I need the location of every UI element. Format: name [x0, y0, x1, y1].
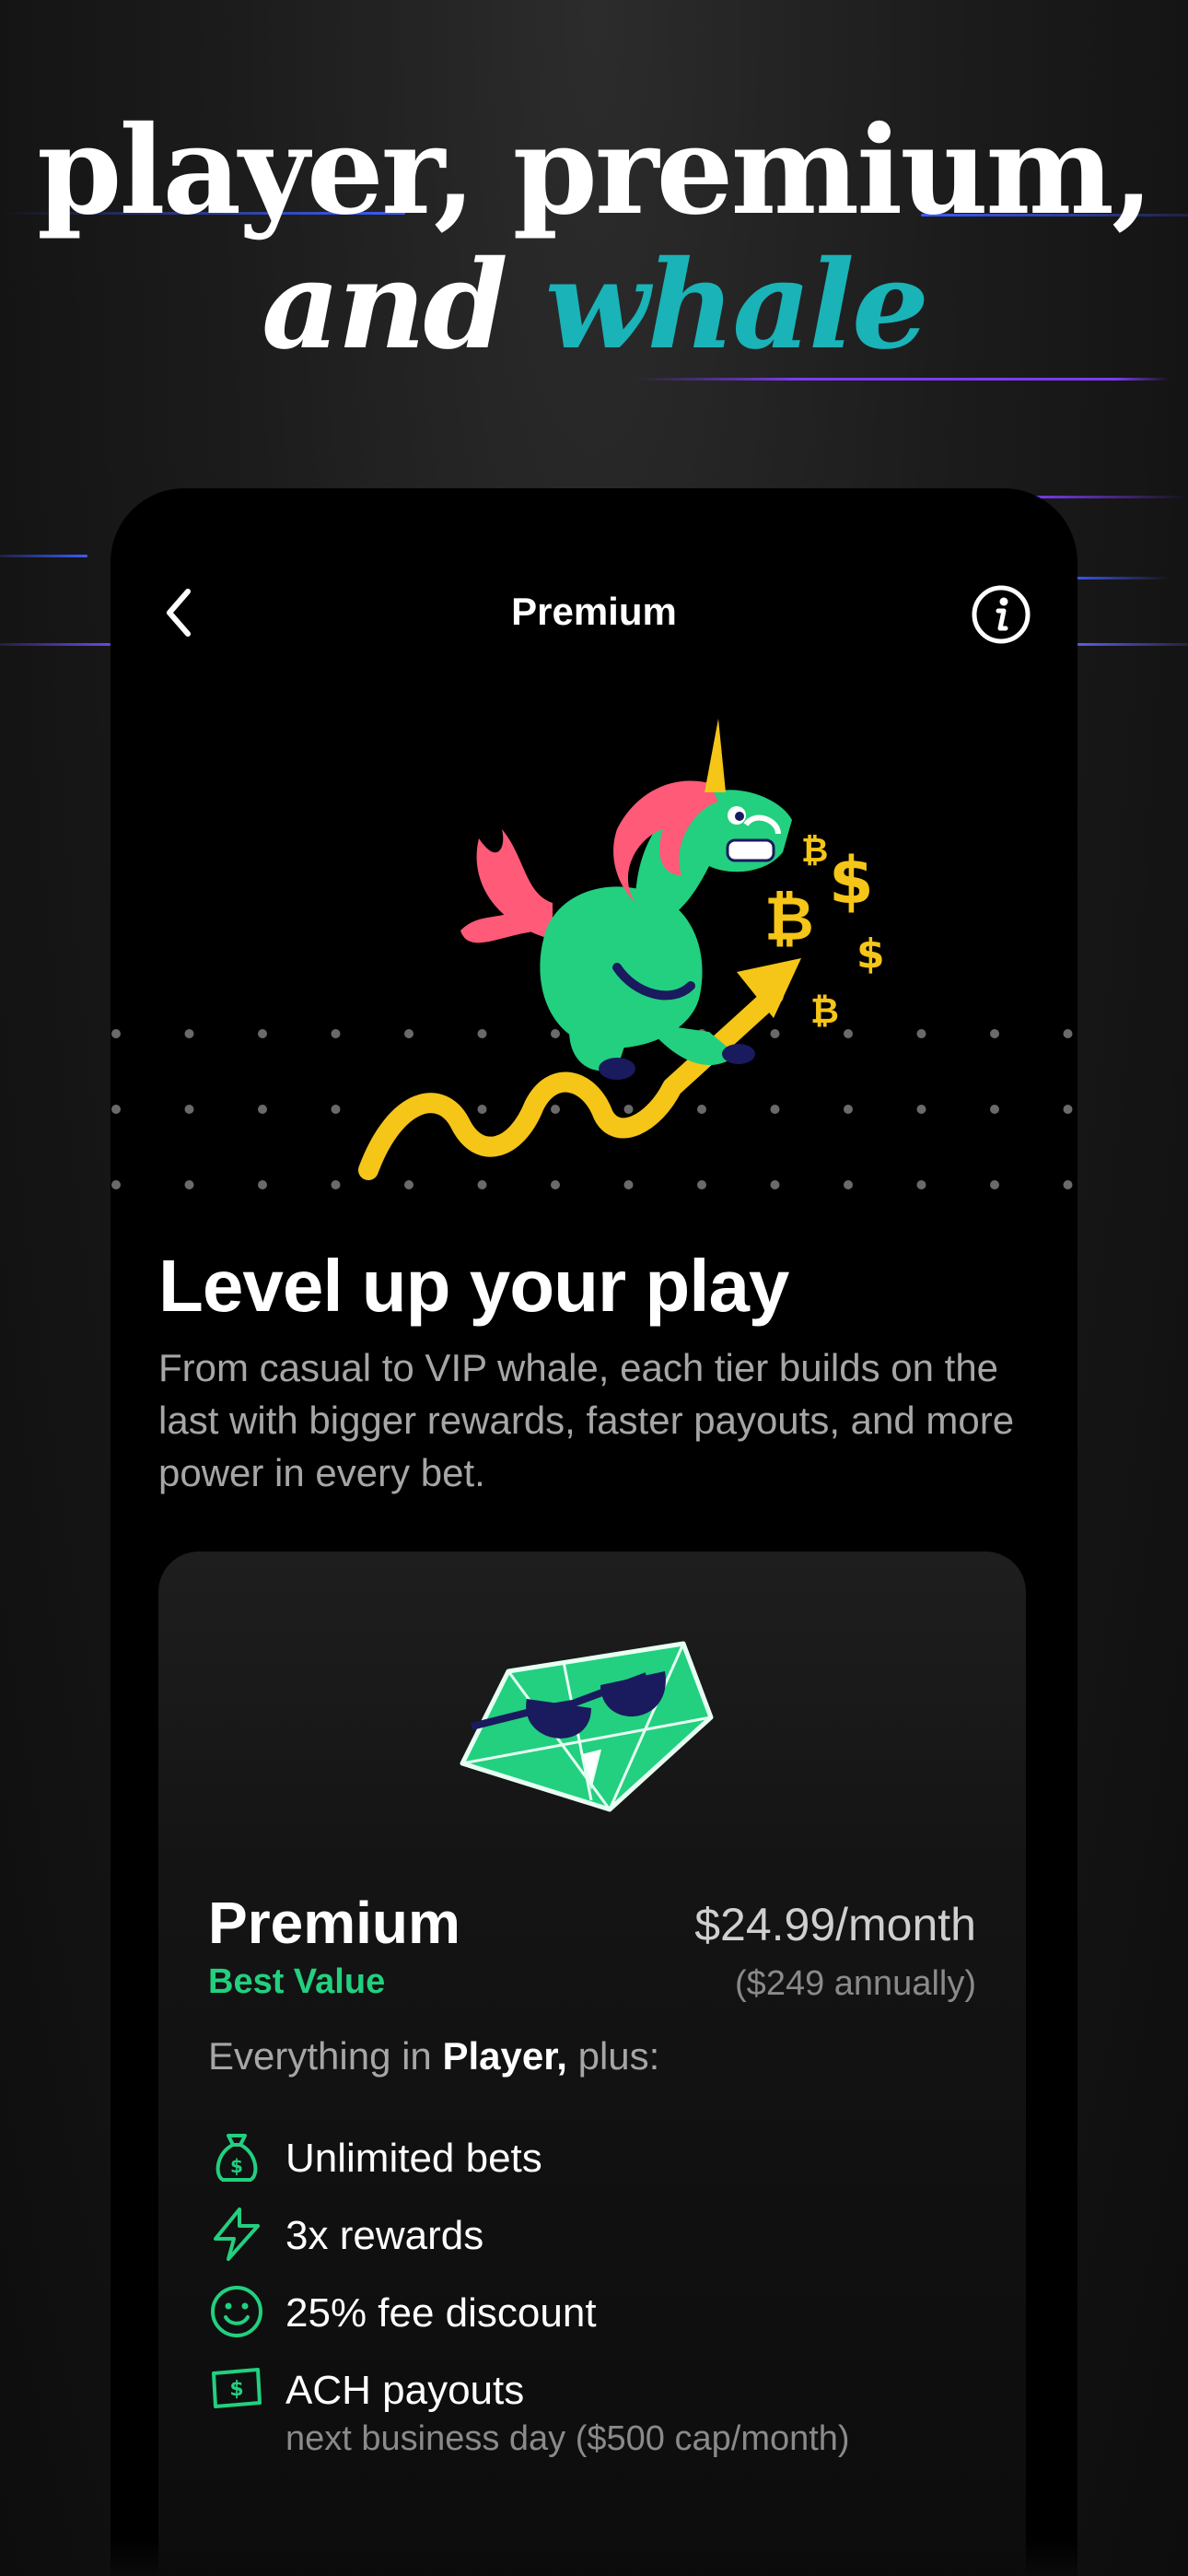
- feature-item-3x-rewards: 3x rewards: [208, 2206, 991, 2270]
- cash-icon: $: [212, 2368, 262, 2408]
- feature-label: ACH payouts: [285, 2368, 525, 2413]
- feature-item-fee-discount: 25% fee discount: [208, 2283, 991, 2348]
- grid-dot: [331, 1180, 341, 1189]
- feature-sublabel: next business day ($500 cap/month): [285, 2419, 850, 2458]
- money-bag-icon: $: [215, 2134, 258, 2182]
- background-streak: [635, 378, 1170, 381]
- phone-screen: Premium $ ₿ $ ₿ ₿ Level up your play Fro…: [111, 488, 1077, 2576]
- includes-suffix: plus:: [566, 2034, 660, 2078]
- marketing-headline: player, premium, and whale: [0, 111, 1188, 367]
- background-streak: [1068, 577, 1170, 580]
- includes-tier-name: Player,: [442, 2034, 567, 2078]
- background-streak: [0, 555, 87, 557]
- svg-text:$: $: [856, 931, 885, 978]
- intro-heading: Level up your play: [158, 1245, 789, 1327]
- grid-dot: [258, 1180, 267, 1189]
- headline-line-1: player, premium,: [37, 100, 1154, 242]
- tier-badge-best-value: Best Value: [208, 1962, 386, 2001]
- grid-dot: [111, 1180, 121, 1189]
- svg-text:$: $: [829, 843, 874, 919]
- info-button[interactable]: [971, 584, 1031, 645]
- background-streak: [0, 643, 111, 646]
- svg-text:$: $: [230, 2155, 243, 2177]
- svg-text:₿: ₿: [810, 990, 839, 1031]
- tier-includes-text: Everything in Player, plus:: [208, 2034, 659, 2078]
- grid-dot: [184, 1029, 194, 1038]
- lightning-icon: [214, 2207, 260, 2261]
- grid-dot: [990, 1105, 999, 1114]
- grid-dot: [1063, 1180, 1073, 1189]
- grid-dot: [990, 1029, 999, 1038]
- intro-body: From casual to VIP whale, each tier buil…: [158, 1346, 1015, 1494]
- svg-text:₿: ₿: [764, 884, 814, 954]
- grid-dot: [258, 1029, 267, 1038]
- grid-dot: [111, 1105, 121, 1114]
- headline-line-2: and whale: [0, 245, 1188, 367]
- grid-dot: [258, 1105, 267, 1114]
- includes-prefix: Everything in: [208, 2034, 443, 2078]
- grid-dot: [1063, 1105, 1073, 1114]
- smiley-icon: [211, 2286, 262, 2337]
- tier-name: Premium: [208, 1890, 460, 1956]
- feature-item-ach-payouts: $ ACH payouts next business day ($500 ca…: [208, 2360, 991, 2480]
- tier-card-premium[interactable]: Premium Best Value $24.99/month ($249 an…: [158, 1551, 1026, 2576]
- grid-dot: [184, 1180, 194, 1189]
- feature-label: Unlimited bets: [285, 2136, 542, 2181]
- feature-label: 25% fee discount: [285, 2290, 597, 2336]
- info-icon: [972, 585, 1031, 644]
- headline-line-2-start: and: [261, 234, 508, 377]
- screen-bottom-fade: [111, 2539, 1077, 2576]
- grid-dot: [990, 1180, 999, 1189]
- headline-accent-word: whale: [544, 234, 929, 377]
- feature-item-unlimited-bets: $ Unlimited bets: [208, 2128, 991, 2193]
- screen-title: Premium: [511, 590, 677, 633]
- feature-label: 3x rewards: [285, 2213, 484, 2258]
- intro-section: Level up your play From casual to VIP wh…: [158, 1244, 1042, 1499]
- background-streak: [1077, 643, 1188, 646]
- navigation-bar: Premium: [111, 562, 1077, 673]
- grid-dot: [184, 1105, 194, 1114]
- grid-dot: [331, 1029, 341, 1038]
- background-streak: [1031, 496, 1188, 498]
- svg-text:$: $: [229, 2378, 243, 2401]
- tier-price: $24.99/month: [694, 1899, 976, 1950]
- grid-dot: [1063, 1029, 1073, 1038]
- grid-dot: [111, 1029, 121, 1038]
- hero-illustration: $ ₿ $ ₿ ₿: [111, 691, 1077, 1207]
- unicorn-illustration: $ ₿ $ ₿ ₿: [358, 719, 885, 1180]
- diamond-mascot-illustration: [460, 1641, 714, 1812]
- tier-annual-price: ($249 annually): [735, 1964, 976, 2003]
- grid-dot: [331, 1105, 341, 1114]
- svg-text:₿: ₿: [801, 832, 828, 870]
